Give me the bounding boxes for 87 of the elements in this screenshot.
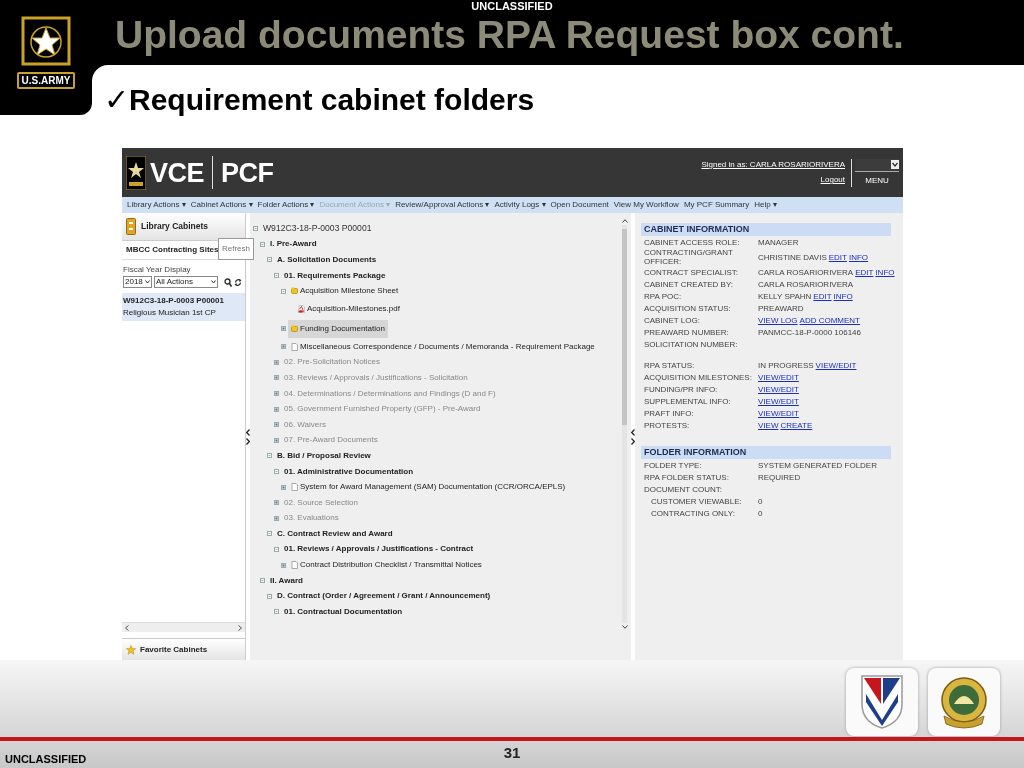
info-value: CARLA ROSARIORIVERA (758, 267, 854, 277)
action-link[interactable]: VIEW/EDIT (758, 372, 799, 382)
info-label: CONTRACTING ONLY: (651, 508, 736, 518)
info-label: SOLICITATION NUMBER: (644, 339, 739, 349)
slide-title: Upload documents RPA Request box cont. (114, 13, 905, 58)
menu-label: MENU (865, 174, 889, 187)
info-label: RPA POC: (644, 291, 683, 301)
tree-item[interactable]: 01. Reviews / Approvals / Justifications - Contract (281, 540, 477, 559)
cabinet-description: Religious Musician 1st CP (123, 307, 216, 319)
tree-item[interactable]: Acquisition-Milestones.pdf (295, 299, 403, 318)
action-link[interactable]: INFO (875, 267, 895, 277)
action-link[interactable]: VIEW/EDIT (758, 408, 799, 418)
info-value: CHRISTINE DAVIS (758, 252, 827, 262)
menu-item[interactable]: Help ▾ (754, 199, 777, 211)
action-link[interactable]: INFO (849, 252, 869, 262)
bullet-point: ✓Requirement cabinet folders (104, 83, 535, 116)
tree-item[interactable]: 01. Administrative Documentation (281, 462, 417, 481)
user-link[interactable]: Signed in as: CARLA ROSARIORIVERA (701, 159, 845, 171)
select-value: 2018 (125, 276, 143, 288)
classification-label: UNCLASSIFIED (470, 0, 554, 13)
info-value: IN PROGRESS (758, 360, 814, 370)
tree-item[interactable]: Miscellaneous Correspondence / Documents / Memoranda - Requirement Package (288, 337, 598, 356)
classification-label: UNCLASSIFIED (4, 751, 88, 767)
info-label: CABINET CREATED BY: (644, 279, 735, 289)
info-value: KELLY SPAHN (758, 291, 812, 301)
info-value: CARLA ROSARIORIVERA (758, 279, 854, 289)
info-label: FUNDING/PR INFO: (644, 384, 719, 394)
action-link[interactable]: VIEW/EDIT (815, 360, 857, 370)
action-link[interactable]: ADD COMMENT (799, 315, 860, 325)
app-name: PCF (221, 157, 274, 188)
tree-item[interactable]: A. Solicitation Documents (274, 251, 380, 269)
menu-item[interactable]: Activity Logs ▾ (494, 199, 546, 211)
info-label: DOCUMENT COUNT: (644, 484, 724, 494)
info-label: ACQUISITION MILESTONES: (644, 372, 753, 382)
menu-item[interactable]: Cabinet Actions ▾ (190, 199, 253, 211)
brand-name: VCE (150, 157, 205, 188)
info-value: PANMCC-18-P-0000 106146 (758, 327, 861, 337)
cabinet-number: W912C3-18-P-0003 P00001 (123, 295, 224, 307)
section-header: CABINET INFORMATION (641, 223, 891, 236)
logo-text: U.S.ARMY (16, 72, 76, 89)
section-header: FOLDER INFORMATION (641, 446, 891, 459)
info-value: REQUIRED (758, 472, 801, 482)
info-label: CONTRACTING/GRANT OFFICER: (644, 248, 734, 266)
info-value: 0 (758, 496, 763, 506)
action-link[interactable]: VIEW/EDIT (758, 384, 799, 394)
info-label: CABINET ACCESS ROLE: (644, 237, 741, 247)
info-label: CABINET LOG: (644, 315, 701, 325)
menu-item[interactable]: Folder Actions ▾ (257, 199, 315, 211)
action-link[interactable]: INFO (833, 291, 853, 301)
select-value: All Actions (156, 276, 193, 288)
tree-item[interactable]: Acquisition Milestone Sheet (288, 282, 402, 301)
info-value: PREAWARD (758, 303, 804, 313)
info-value: 0 (758, 508, 763, 518)
info-label: ACQUISITION STATUS: (644, 303, 732, 313)
logout-link[interactable]: Logout (820, 174, 845, 186)
action-link[interactable]: EDIT (855, 267, 874, 277)
actions-select[interactable]: All Actions (154, 276, 218, 288)
panel-title: Library Cabinets (141, 220, 209, 233)
menu-item[interactable]: Open Document (550, 199, 609, 211)
tree-item[interactable]: 01. Requirements Package (281, 266, 389, 285)
tree-item[interactable]: Funding Documentation (288, 319, 388, 338)
tooltip: Refresh (218, 238, 254, 260)
action-link[interactable]: EDIT (828, 252, 847, 262)
action-link[interactable]: VIEW LOG (758, 315, 798, 325)
info-value: MANAGER (758, 237, 799, 247)
cabinet-row[interactable]: W912C3-18-P-0003 P00001 Religious Musician 1st CP (122, 293, 245, 321)
info-label: RPA FOLDER STATUS: (644, 472, 730, 482)
info-label: PREAWARD NUMBER: (644, 327, 730, 337)
info-label: SUPPLEMENTAL INFO: (644, 396, 732, 406)
info-label: PRAFT INFO: (644, 408, 695, 418)
action-link[interactable]: CREATE (780, 420, 813, 430)
info-label: PROTESTS: (644, 420, 691, 430)
menu-item[interactable]: My PCF Summary (683, 199, 750, 211)
action-link[interactable]: VIEW/EDIT (758, 396, 799, 406)
info-label: CUSTOMER VIEWABLE: (651, 496, 743, 506)
action-link[interactable]: EDIT (813, 291, 832, 301)
filter-label: Fiscal Year Display (122, 264, 192, 276)
action-link[interactable]: VIEW (758, 420, 779, 430)
page-number: 31 (503, 742, 521, 763)
info-value: SYSTEM GENERATED FOLDER (758, 460, 877, 470)
info-label: RPA STATUS: (644, 360, 696, 370)
menu-item[interactable]: View My Workflow (613, 199, 679, 211)
menu-item[interactable]: Library Actions ▾ (127, 199, 186, 211)
info-label: CONTRACT SPECIALIST: (644, 267, 740, 277)
info-label: FOLDER TYPE: (644, 460, 703, 470)
menu-item[interactable]: Review/Approval Actions ▾ (395, 199, 490, 211)
year-select[interactable]: 2018 (123, 276, 152, 288)
